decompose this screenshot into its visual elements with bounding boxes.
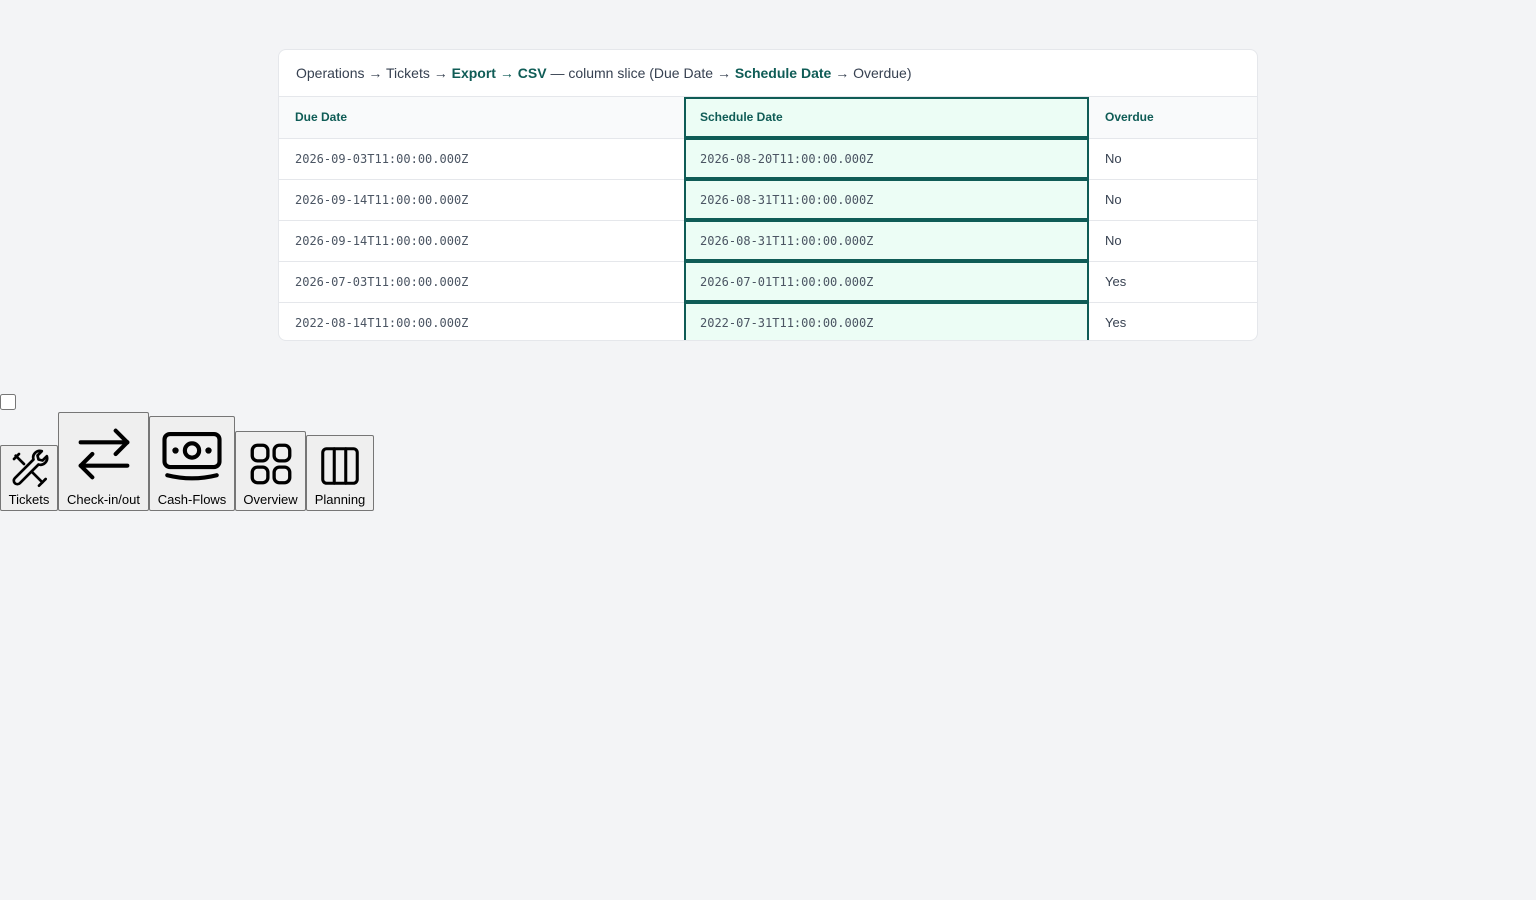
grid-icon — [250, 443, 291, 485]
csv-column-table: Due Date Schedule Date Overdue 2026-09-0… — [279, 97, 1257, 340]
table-row: 2022-08-14T11:00:00.000Z 2022-07-31T11:0… — [279, 302, 1257, 340]
breadcrumb-arrow: → — [499, 65, 514, 81]
overview-button-label: Overview — [243, 492, 298, 507]
cash-flows-button-label: Cash-Flows — [157, 492, 227, 507]
cell-due-date[interactable]: 2022-08-14T11:00:00.000Z — [279, 302, 684, 340]
breadcrumb-arrow: → — [368, 65, 383, 81]
overview-button[interactable]: Overview — [235, 431, 306, 511]
table-row: 2026-07-03T11:00:00.000Z 2026-07-01T11:0… — [279, 261, 1257, 303]
planning-button-label: Planning — [314, 492, 366, 507]
columns-icon — [321, 447, 359, 485]
cell-schedule-date[interactable]: 2026-08-31T11:00:00.000Z — [684, 220, 1089, 262]
breadcrumb: Operations → Tickets → Export → CSV — co… — [279, 50, 1257, 97]
cell-schedule-date[interactable]: 2022-07-31T11:00:00.000Z — [684, 302, 1089, 340]
cell-schedule-date[interactable]: 2026-08-31T11:00:00.000Z — [684, 179, 1089, 221]
export-preview-card: Operations → Tickets → Export → CSV — co… — [278, 49, 1258, 341]
cell-overdue[interactable]: No — [1089, 138, 1257, 180]
cell-overdue[interactable]: Yes — [1089, 302, 1257, 340]
toggle-checkbox[interactable] — [0, 392, 16, 412]
table-header-row: Due Date Schedule Date Overdue — [279, 97, 1257, 139]
breadcrumb-tickets[interactable]: Tickets — [386, 65, 430, 81]
check-in-out-button[interactable]: Check-in/out — [58, 412, 149, 511]
check-in-out-button-label: Check-in/out — [67, 492, 140, 507]
arrows-swap-icon — [78, 428, 129, 480]
cell-overdue[interactable]: No — [1089, 220, 1257, 262]
table-row: 2026-09-14T11:00:00.000Z 2026-08-31T11:0… — [279, 220, 1257, 262]
cell-due-date[interactable]: 2026-09-14T11:00:00.000Z — [279, 220, 684, 262]
breadcrumb-csv[interactable]: CSV — [518, 65, 547, 81]
cell-due-date[interactable]: 2026-09-03T11:00:00.000Z — [279, 138, 684, 180]
tools-icon — [12, 449, 49, 487]
column-header-due-date[interactable]: Due Date — [279, 97, 684, 139]
breadcrumb-operations[interactable]: Operations — [296, 65, 364, 81]
money-icon — [162, 431, 222, 481]
cell-due-date[interactable]: 2026-07-03T11:00:00.000Z — [279, 261, 684, 303]
cell-overdue[interactable]: Yes — [1089, 261, 1257, 303]
table-row: 2026-09-03T11:00:00.000Z 2026-08-20T11:0… — [279, 138, 1257, 180]
breadcrumb-export[interactable]: Export — [452, 65, 496, 81]
breadcrumb-description: — column slice (Due Date → Schedule Date… — [550, 65, 912, 81]
column-header-schedule-date[interactable]: Schedule Date — [684, 97, 1089, 139]
tickets-button[interactable]: Tickets — [0, 445, 58, 511]
table-row: 2026-09-14T11:00:00.000Z 2026-08-31T11:0… — [279, 179, 1257, 221]
cell-overdue[interactable]: No — [1089, 179, 1257, 221]
planning-button[interactable]: Planning — [306, 435, 374, 511]
cell-schedule-date[interactable]: 2026-07-01T11:00:00.000Z — [684, 261, 1089, 303]
breadcrumb-arrow: → — [433, 65, 448, 81]
cell-schedule-date[interactable]: 2026-08-20T11:00:00.000Z — [684, 138, 1089, 180]
tickets-button-label: Tickets — [8, 492, 50, 507]
cash-flows-button[interactable]: Cash-Flows — [149, 416, 235, 511]
column-header-overdue[interactable]: Overdue — [1089, 97, 1257, 139]
cell-due-date[interactable]: 2026-09-14T11:00:00.000Z — [279, 179, 684, 221]
